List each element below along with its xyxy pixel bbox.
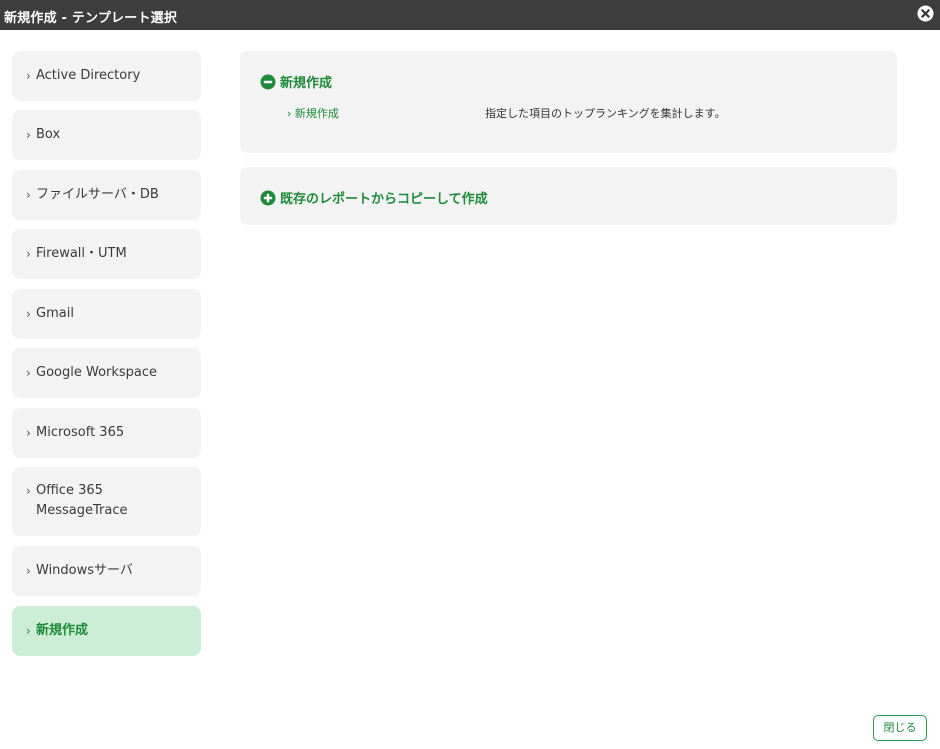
sidebar-item-label: Windowsサーバ [36, 563, 133, 578]
chevron-right-icon: › [26, 69, 31, 83]
dialog-title: 新規作成 - テンプレート選択 [4, 11, 178, 26]
sidebar-item-label-line: MessageTrace [36, 503, 128, 518]
sidebar-item-label-line: Office 365 [36, 483, 103, 498]
chevron-right-icon: › [26, 484, 31, 498]
close-button[interactable]: 閉じる [873, 715, 927, 741]
section-new-header[interactable]: 新規作成 [260, 72, 332, 91]
sidebar-item-label: Firewall・UTM [36, 246, 127, 261]
chevron-right-icon: › [26, 188, 31, 202]
section-copy-existing-header[interactable]: 既存のレポートからコピーして作成 [260, 188, 488, 207]
section-new: 新規作成 › 新規作成 指定した項目のトップランキングを集計します。 [240, 51, 897, 153]
sidebar-item-gmail[interactable]: › Gmail [12, 289, 201, 339]
section-copy-existing: 既存のレポートからコピーして作成 [240, 167, 897, 225]
template-link-new[interactable]: › 新規作成 [287, 105, 339, 121]
section-title: 新規作成 [280, 76, 333, 91]
chevron-right-icon: › [26, 247, 31, 261]
sidebar-item-label: 新規作成 [36, 623, 89, 638]
sidebar-item-label: Box [36, 127, 61, 142]
sidebar-item-label: Active Directory [36, 68, 141, 83]
chevron-right-icon: › [26, 366, 31, 380]
chevron-right-icon: › [26, 307, 31, 321]
sidebar-item-google-workspace[interactable]: › Google Workspace [12, 348, 201, 398]
chevron-right-icon: › [26, 128, 31, 142]
sidebar-item-fileserver-db[interactable]: › ファイルサーバ・DB [12, 170, 201, 220]
chevron-right-icon: › [26, 564, 31, 578]
sidebar-item-microsoft-365[interactable]: › Microsoft 365 [12, 408, 201, 458]
template-name: 新規作成 [294, 107, 339, 120]
plus-circle-icon [260, 190, 276, 206]
sidebar-item-label: Gmail [36, 306, 74, 321]
section-title: 既存のレポートからコピーして作成 [280, 192, 488, 207]
template-description: 指定した項目のトップランキングを集計します。 [485, 107, 726, 120]
sidebar-item-active-directory[interactable]: › Active Directory [12, 51, 201, 101]
sidebar-item-label: Google Workspace [36, 365, 158, 380]
sidebar-item-firewall-utm[interactable]: › Firewall・UTM [12, 229, 201, 279]
sidebar-item-new[interactable]: › 新規作成 [12, 606, 201, 656]
sidebar-item-label: ファイルサーバ・DB [36, 187, 159, 202]
sidebar-item-windows-server[interactable]: › Windowsサーバ [12, 546, 201, 596]
chevron-right-icon: › [26, 426, 31, 440]
dialog-titlebar: 新規作成 - テンプレート選択 [0, 0, 940, 30]
minus-circle-icon [260, 74, 276, 90]
chevron-right-icon: › [26, 624, 31, 638]
close-icon[interactable] [917, 5, 934, 22]
sidebar-item-label: Microsoft 365 [36, 425, 125, 440]
sidebar-item-box[interactable]: › Box [12, 110, 201, 160]
sidebar-item-label: Office 365 MessageTrace [36, 481, 127, 521]
sidebar-item-office365-messagetrace[interactable]: › Office 365 MessageTrace [12, 467, 201, 536]
chevron-right-icon: › [287, 107, 295, 120]
